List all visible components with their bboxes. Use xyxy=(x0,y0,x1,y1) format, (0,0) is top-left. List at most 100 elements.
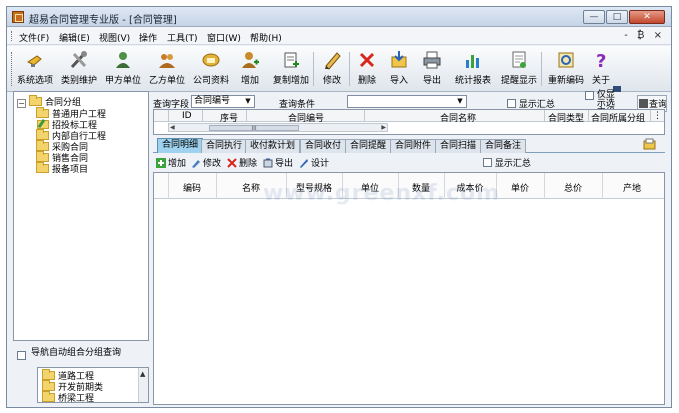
column-header[interactable]: 产地 xyxy=(602,181,662,194)
detail-edit-button[interactable]: 修改 xyxy=(191,156,221,169)
toolbar-label: 重新编码 xyxy=(547,76,584,86)
tab-payment-plan[interactable]: 收付款计划 xyxy=(245,139,301,153)
column-divider xyxy=(202,110,203,122)
toolbar-button-import[interactable]: 导入 xyxy=(384,50,414,90)
company-icon xyxy=(202,53,220,67)
watermark: www.greenxf.com xyxy=(263,181,501,206)
column-header[interactable]: 总价 xyxy=(544,181,602,194)
toolbar-separator xyxy=(541,52,542,86)
column-divider xyxy=(364,110,365,122)
horizontal-scrollbar[interactable]: ◀ III ▶ xyxy=(168,123,388,132)
chevron-down-icon: ▼ xyxy=(245,97,251,105)
detail-show-summary-option[interactable]: 显示汇总 xyxy=(483,156,531,169)
only-show-checkbox[interactable] xyxy=(585,91,594,100)
scroll-up-icon[interactable]: ▲ xyxy=(140,370,145,378)
auto-group-checkbox[interactable] xyxy=(17,351,26,360)
import-icon xyxy=(391,51,407,68)
close-button[interactable]: ✕ xyxy=(629,10,665,24)
tab-contract-payments[interactable]: 合同收付 xyxy=(300,139,347,153)
menu-file[interactable]: 文件(F) xyxy=(19,31,49,44)
tab-contract-scan[interactable]: 合同扫描 xyxy=(435,139,482,153)
scroll-thumb[interactable]: III xyxy=(209,125,299,132)
detail-delete-label: 删除 xyxy=(239,159,258,169)
question-icon: ? xyxy=(596,51,606,70)
toolbar-label: 甲方单位 xyxy=(104,76,141,86)
menu-operation[interactable]: 操作 xyxy=(139,31,157,44)
query-condition-select[interactable]: ▼ xyxy=(347,95,467,108)
menu-edit[interactable]: 编辑(E) xyxy=(59,31,90,44)
scroll-right-icon[interactable]: ▶ xyxy=(381,124,386,132)
main-window: 超易合同管理专业版 - [合同管理] — □ ✕ 文件(F) 编辑(E) 视图(… xyxy=(6,6,672,408)
minimize-button[interactable]: — xyxy=(583,10,605,24)
column-header[interactable]: ID xyxy=(182,111,192,121)
menu-tools[interactable]: 工具(T) xyxy=(167,31,198,44)
maximize-button[interactable]: □ xyxy=(606,10,628,24)
toolbar-button-recode[interactable]: 重新编码 xyxy=(544,50,588,90)
tree-item[interactable]: 报备项目 xyxy=(36,162,88,175)
toolbar-button-system-options[interactable]: 系统选项 xyxy=(15,50,55,90)
delete-icon xyxy=(227,158,237,168)
group-tree[interactable]: − 合同分组 普通用户工程 招投标工程 内部自行工程 采购合同 销售合同 报备项目 xyxy=(13,91,149,341)
tab-contract-reminder[interactable]: 合同提醒 xyxy=(345,139,392,153)
toolbar-button-statistics[interactable]: 统计报表 xyxy=(451,50,495,90)
query-field-select[interactable]: 合同编号 ▼ xyxy=(191,95,255,108)
scroll-left-icon[interactable]: ◀ xyxy=(170,124,175,132)
tab-contract-execution[interactable]: 合同执行 xyxy=(201,139,248,153)
export-icon xyxy=(263,158,273,168)
detail-show-summary-checkbox[interactable] xyxy=(483,158,492,167)
toolbar-label: 修改 xyxy=(322,76,341,86)
tree-item-label: 桥梁工程 xyxy=(58,394,95,403)
column-header[interactable]: 合同类型 xyxy=(548,111,584,124)
toolbar-button-export[interactable]: 导出 xyxy=(417,50,447,90)
toolbar-button-add[interactable]: 增加 xyxy=(235,50,265,90)
detail-add-button[interactable]: 增加 xyxy=(156,156,186,169)
detail-add-label: 增加 xyxy=(168,159,187,169)
detail-delete-button[interactable]: 删除 xyxy=(227,156,257,169)
recode-icon xyxy=(558,52,574,68)
folder-edit-icon xyxy=(36,119,49,129)
menu-window[interactable]: 窗口(W) xyxy=(207,31,241,44)
column-header[interactable]: 合同所属分组 xyxy=(591,111,645,124)
contract-grid-header: ID 序号 合同编号 合同名称 合同类型 合同所属分组 ⋮ xyxy=(154,110,664,124)
toolbar-button-party-b[interactable]: 乙方单位 xyxy=(147,50,187,90)
vertical-scrollbar[interactable]: ▲ xyxy=(138,368,148,402)
auto-group-tree[interactable]: 道路工程 开发前期类 桥梁工程 ▲ xyxy=(37,367,149,403)
detail-grid[interactable]: 编码 名称 型号规格 单位 数量 成本价 单价 总价 产地 xyxy=(153,172,665,405)
toolbar-button-category[interactable]: 类别维护 xyxy=(59,50,99,90)
toolbar-button-copy-add[interactable]: 复制增加 xyxy=(269,50,313,90)
toolbar-button-delete[interactable]: 删除 xyxy=(352,50,382,90)
column-header[interactable]: 合同名称 xyxy=(440,111,476,124)
column-header[interactable]: 编码 xyxy=(168,181,216,194)
detail-design-button[interactable]: 设计 xyxy=(299,156,329,169)
show-summary-checkbox[interactable] xyxy=(507,99,516,108)
menu-view[interactable]: 视图(V) xyxy=(99,31,130,44)
toolbar-button-about[interactable]: ? 关于 xyxy=(589,50,613,90)
chart-icon xyxy=(466,55,479,68)
tree-item[interactable]: 桥梁工程 xyxy=(42,391,95,403)
tab-contract-notes[interactable]: 合同备注 xyxy=(480,139,527,153)
query-icon xyxy=(639,99,648,108)
minimize-icon: — xyxy=(589,12,599,22)
column-header[interactable]: 单价 xyxy=(496,181,544,194)
folder-icon xyxy=(36,162,49,173)
tab-contract-detail[interactable]: 合同明细 xyxy=(157,138,204,153)
auto-group-bar: 导航自动组合分组查询 xyxy=(13,345,149,367)
detail-export-button[interactable]: 导出 xyxy=(263,156,293,169)
mdi-controls[interactable]: - ₿ × xyxy=(624,30,665,41)
collapse-icon[interactable]: − xyxy=(17,99,26,108)
toolbar-button-company-info[interactable]: 公司资料 xyxy=(191,50,231,90)
main-toolbar: 系统选项 类别维护 甲方单位 乙方单位 公司资料 增加 复制增加 修改 删除 导… xyxy=(7,46,671,92)
more-columns-icon[interactable]: ⋮ xyxy=(653,111,662,121)
toolbar-button-reminder[interactable]: 提醒显示 xyxy=(497,50,541,90)
reminder-icon xyxy=(512,51,526,68)
detail-design-label: 设计 xyxy=(311,159,330,169)
menu-help[interactable]: 帮助(H) xyxy=(250,31,282,44)
attachment-folder-icon[interactable] xyxy=(643,138,656,150)
contract-grid[interactable]: ID 序号 合同编号 合同名称 合同类型 合同所属分组 ⋮ ◀ III ▶ xyxy=(153,109,665,135)
toolbar-button-party-a[interactable]: 甲方单位 xyxy=(103,50,143,90)
toolbar-label: 系统选项 xyxy=(16,76,53,86)
tree-item-label: 报备项目 xyxy=(52,165,89,175)
toolbar-button-edit[interactable]: 修改 xyxy=(317,50,347,90)
tab-contract-attachments[interactable]: 合同附件 xyxy=(390,139,437,153)
detail-tabs: 合同明细 合同执行 收付款计划 合同收付 合同提醒 合同附件 合同扫描 合同备注 xyxy=(153,138,665,153)
